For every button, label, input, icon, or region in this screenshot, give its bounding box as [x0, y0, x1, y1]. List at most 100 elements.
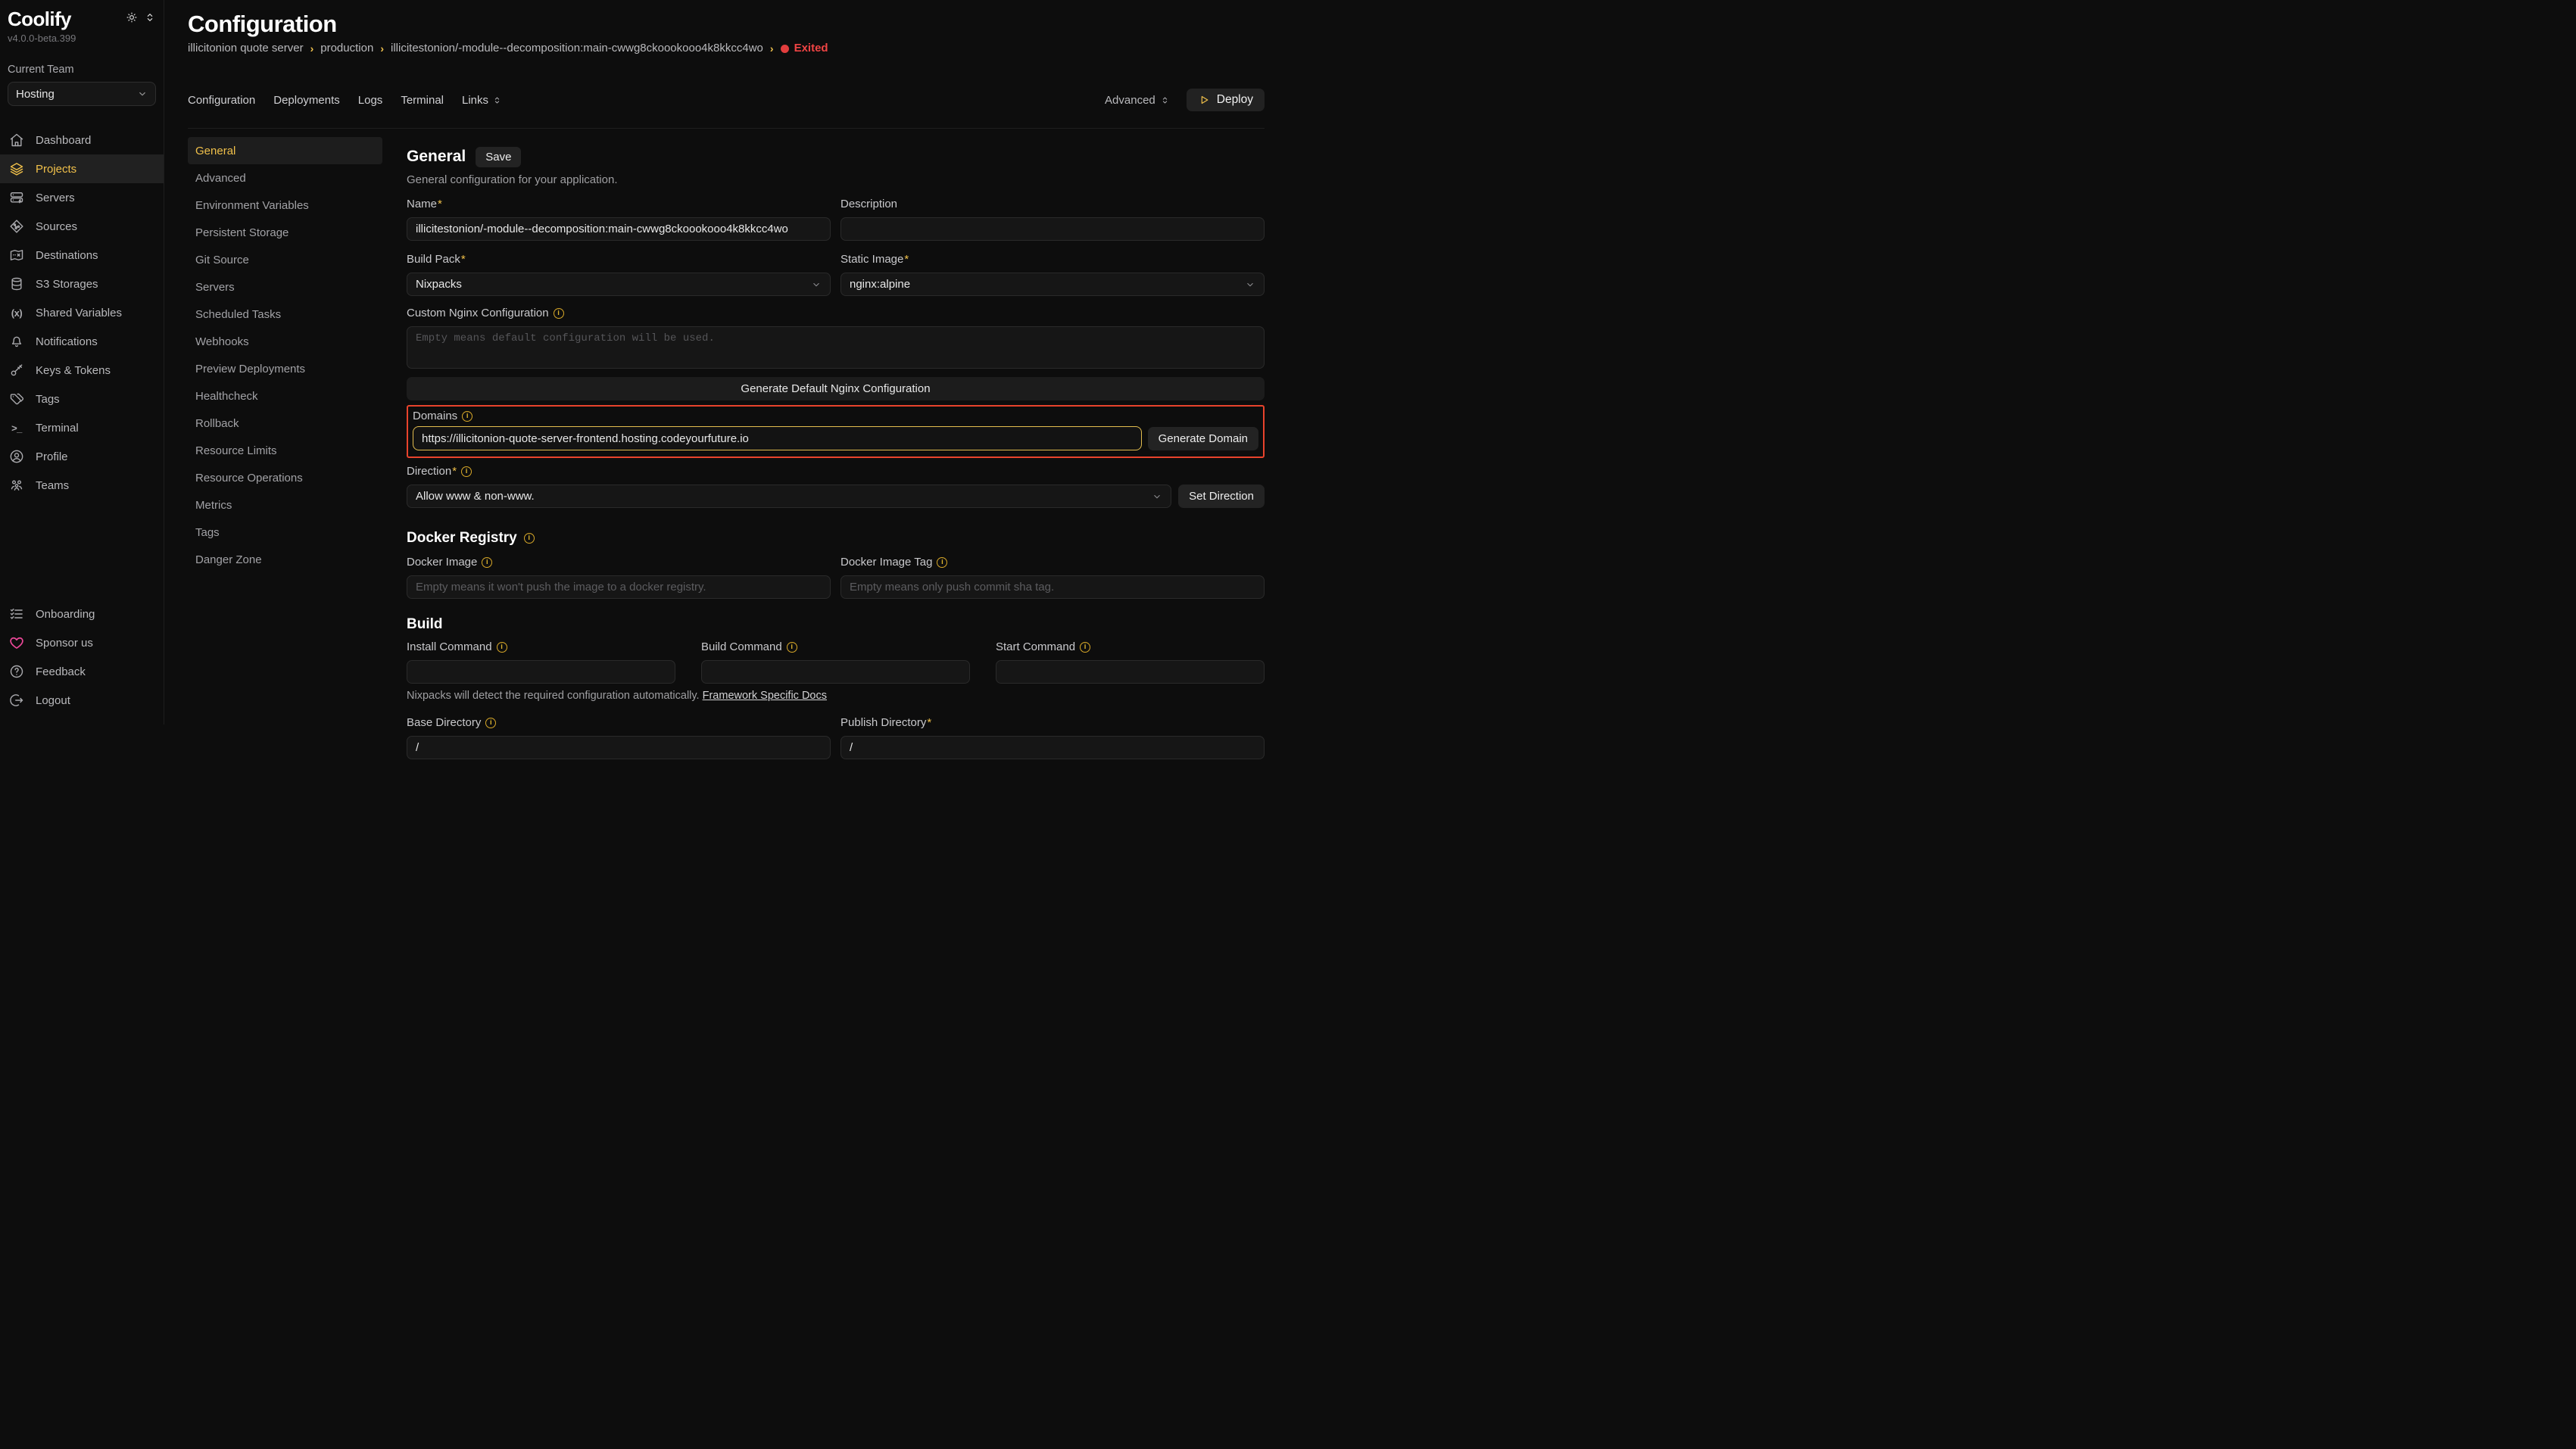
tab-deployments[interactable]: Deployments — [273, 94, 340, 107]
sidebar-item-label: Keys & Tokens — [36, 364, 111, 377]
config-menu-resource-operations[interactable]: Resource Operations — [188, 464, 382, 491]
domains-highlight-box: Domains Generate Domain — [407, 405, 1265, 458]
config-menu-rollback[interactable]: Rollback — [188, 410, 382, 437]
info-icon[interactable] — [937, 557, 947, 568]
sidebar-item-profile[interactable]: Profile — [8, 442, 156, 471]
variables-icon: (x) — [9, 307, 24, 319]
build-pack-label: Build Pack — [407, 252, 466, 266]
sidebar-item-onboarding[interactable]: Onboarding — [8, 600, 156, 628]
breadcrumb-application[interactable]: illicitestonion/-module--decomposition:m… — [391, 42, 763, 55]
description-input[interactable] — [840, 217, 1265, 241]
framework-docs-link[interactable]: Framework Specific Docs — [703, 690, 827, 702]
sidebar-item-s3-storages[interactable]: S3 Storages — [8, 270, 156, 298]
sidebar-item-label: Onboarding — [36, 608, 95, 621]
sidebar-item-logout[interactable]: Logout — [8, 686, 156, 715]
set-direction-button[interactable]: Set Direction — [1178, 485, 1265, 508]
sidebar-item-servers[interactable]: Servers — [8, 183, 156, 212]
info-icon[interactable] — [554, 308, 564, 319]
config-menu-general[interactable]: General — [188, 137, 382, 164]
config-menu-webhooks[interactable]: Webhooks — [188, 328, 382, 355]
config-menu-git-source[interactable]: Git Source — [188, 246, 382, 273]
sidebar-item-notifications[interactable]: Notifications — [8, 327, 156, 356]
info-icon[interactable] — [787, 642, 797, 653]
sidebar-item-destinations[interactable]: Destinations — [8, 241, 156, 270]
checklist-icon — [9, 606, 24, 622]
publish-directory-label: Publish Directory — [840, 715, 931, 730]
sidebar-item-feedback[interactable]: Feedback — [8, 657, 156, 686]
domains-input[interactable] — [413, 426, 1142, 450]
config-menu-servers[interactable]: Servers — [188, 273, 382, 301]
breadcrumb-project[interactable]: illicitonion quote server — [188, 42, 304, 55]
config-menu-resource-limits[interactable]: Resource Limits — [188, 437, 382, 464]
install-command-input[interactable] — [407, 660, 675, 684]
sidebar-item-label: Teams — [36, 479, 69, 492]
config-menu-persistent-storage[interactable]: Persistent Storage — [188, 219, 382, 246]
updown-chevron-icon[interactable] — [144, 11, 156, 23]
info-icon[interactable] — [462, 411, 472, 422]
heart-icon — [9, 635, 24, 650]
docker-image-label: Docker Image — [407, 555, 477, 569]
description-field-group: Description — [840, 197, 1265, 241]
section-subtitle: General configuration for your applicati… — [407, 173, 1265, 186]
sidebar-item-sources[interactable]: Sources — [8, 212, 156, 241]
config-menu-danger-zone[interactable]: Danger Zone — [188, 546, 382, 573]
sidebar-item-keys-tokens[interactable]: Keys & Tokens — [8, 356, 156, 385]
play-icon — [1198, 94, 1210, 106]
build-pack-select[interactable]: Nixpacks — [407, 273, 831, 296]
docker-image-tag-input[interactable] — [840, 575, 1265, 599]
sidebar-footer: Onboarding Sponsor us Feedback Logout — [8, 600, 156, 715]
advanced-dropdown[interactable]: Advanced — [1105, 94, 1170, 107]
direction-select[interactable]: Allow www & non-www. — [407, 485, 1171, 508]
breadcrumb-chevron-icon: › — [380, 42, 384, 55]
sidebar-item-sponsor-us[interactable]: Sponsor us — [8, 628, 156, 657]
logo-row: Coolify — [8, 8, 156, 31]
sidebar-item-shared-variables[interactable]: (x) Shared Variables — [8, 298, 156, 327]
deploy-button[interactable]: Deploy — [1187, 89, 1265, 111]
sidebar-item-projects[interactable]: Projects — [0, 154, 164, 183]
docker-image-input[interactable] — [407, 575, 831, 599]
docker-image-tag-label: Docker Image Tag — [840, 555, 932, 569]
config-menu-healthcheck[interactable]: Healthcheck — [188, 382, 382, 410]
config-menu-advanced[interactable]: Advanced — [188, 164, 382, 192]
info-icon[interactable] — [485, 718, 496, 728]
config-menu-scheduled-tasks[interactable]: Scheduled Tasks — [188, 301, 382, 328]
generate-domain-button[interactable]: Generate Domain — [1148, 427, 1258, 450]
build-command-input[interactable] — [701, 660, 970, 684]
sidebar-item-label: Sources — [36, 220, 77, 233]
config-menu-preview-deployments[interactable]: Preview Deployments — [188, 355, 382, 382]
tab-links[interactable]: Links — [462, 94, 502, 107]
team-select[interactable]: Hosting — [8, 82, 156, 106]
info-icon[interactable] — [497, 642, 507, 653]
sidebar-item-dashboard[interactable]: Dashboard — [8, 126, 156, 154]
save-button[interactable]: Save — [476, 147, 521, 167]
info-icon[interactable] — [482, 557, 492, 568]
config-menu-metrics[interactable]: Metrics — [188, 491, 382, 519]
name-input[interactable] — [407, 217, 831, 241]
sidebar-item-terminal[interactable]: >_ Terminal — [8, 413, 156, 442]
info-icon[interactable] — [1080, 642, 1090, 653]
config-menu-tags[interactable]: Tags — [188, 519, 382, 546]
breadcrumb-environment[interactable]: production — [320, 42, 373, 55]
tab-terminal[interactable]: Terminal — [401, 94, 444, 107]
sidebar-item-tags[interactable]: Tags — [8, 385, 156, 413]
start-command-input[interactable] — [996, 660, 1265, 684]
info-icon[interactable] — [524, 533, 535, 544]
publish-directory-input[interactable] — [840, 736, 1265, 759]
sidebar-item-teams[interactable]: Teams — [8, 471, 156, 500]
base-directory-input[interactable] — [407, 736, 831, 759]
tab-configuration[interactable]: Configuration — [188, 94, 255, 107]
info-icon[interactable] — [461, 466, 472, 477]
description-label: Description — [840, 197, 897, 211]
sun-icon[interactable] — [126, 11, 138, 23]
direction-label: Direction — [407, 464, 457, 478]
tab-logs[interactable]: Logs — [358, 94, 383, 107]
custom-nginx-textarea[interactable] — [407, 326, 1265, 369]
static-image-select[interactable]: nginx:alpine — [840, 273, 1265, 296]
config-menu-environment-variables[interactable]: Environment Variables — [188, 192, 382, 219]
domains-label: Domains — [413, 409, 457, 423]
static-image-field-group: Static Image nginx:alpine — [840, 252, 1265, 296]
base-directory-field-group: Base Directory — [407, 715, 831, 759]
direction-field-group: Direction Allow www & non-www. Set Direc… — [407, 464, 1265, 508]
generate-nginx-button[interactable]: Generate Default Nginx Configuration — [407, 377, 1265, 400]
docker-registry-heading-text: Docker Registry — [407, 529, 517, 547]
